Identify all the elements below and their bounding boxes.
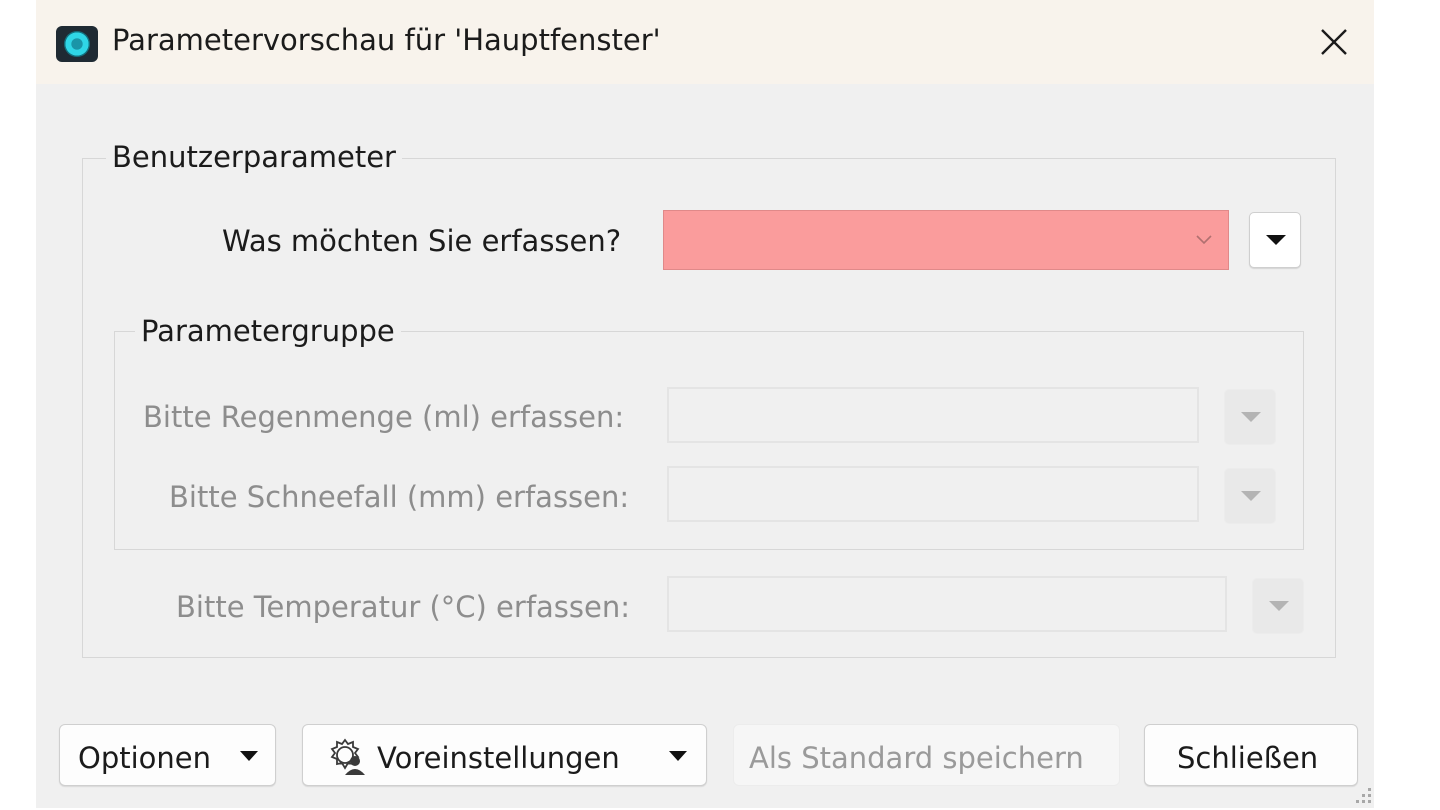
presets-button-label: Voreinstellungen xyxy=(377,741,620,775)
temperature-field[interactable] xyxy=(667,576,1227,632)
main-field-label: Was möchten Sie erfassen? xyxy=(222,224,622,258)
chevron-down-icon xyxy=(1196,235,1212,245)
options-button[interactable]: Optionen xyxy=(59,724,276,786)
temperature-menu-button[interactable] xyxy=(1252,578,1304,634)
dropdown-arrow-icon xyxy=(1241,412,1261,422)
gear-user-icon xyxy=(330,738,365,775)
snowfall-menu-button[interactable] xyxy=(1224,468,1276,524)
parameter-group-label: Parametergruppe xyxy=(135,314,401,348)
temperature-label: Bitte Temperatur (°C) erfassen: xyxy=(176,590,631,624)
dropdown-arrow-icon xyxy=(1241,491,1261,501)
dropdown-arrow-icon xyxy=(240,751,258,761)
close-button[interactable]: Schließen xyxy=(1144,724,1358,786)
rain-amount-label: Bitte Regenmenge (ml) erfassen: xyxy=(143,400,625,434)
snowfall-label: Bitte Schneefall (mm) erfassen: xyxy=(169,480,630,514)
presets-button[interactable]: Voreinstellungen xyxy=(302,724,707,786)
rain-amount-menu-button[interactable] xyxy=(1224,389,1276,445)
rain-amount-field[interactable] xyxy=(667,387,1199,443)
options-button-label: Optionen xyxy=(78,741,212,775)
main-field-menu-button[interactable] xyxy=(1249,212,1301,268)
user-parameters-group-label: Benutzerparameter xyxy=(106,140,402,174)
title-bar: Parametervorschau für 'Hauptfenster' xyxy=(36,0,1374,84)
window-title: Parametervorschau für 'Hauptfenster' xyxy=(112,23,661,57)
save-as-default-button[interactable]: Als Standard speichern xyxy=(733,724,1120,786)
close-icon xyxy=(1321,29,1347,55)
main-field-combobox[interactable] xyxy=(663,210,1229,270)
resize-grip[interactable] xyxy=(1354,784,1374,808)
snowfall-field[interactable] xyxy=(667,466,1199,522)
dropdown-arrow-icon xyxy=(1269,601,1289,611)
app-icon xyxy=(56,26,98,62)
close-window-button[interactable] xyxy=(1306,18,1362,66)
dropdown-arrow-icon xyxy=(1266,235,1286,245)
parameter-preview-dialog: Parametervorschau für 'Hauptfenster' Ben… xyxy=(36,0,1374,808)
dropdown-arrow-icon xyxy=(669,751,687,761)
close-button-label: Schließen xyxy=(1177,741,1319,775)
save-as-default-button-label: Als Standard speichern xyxy=(749,741,1084,775)
